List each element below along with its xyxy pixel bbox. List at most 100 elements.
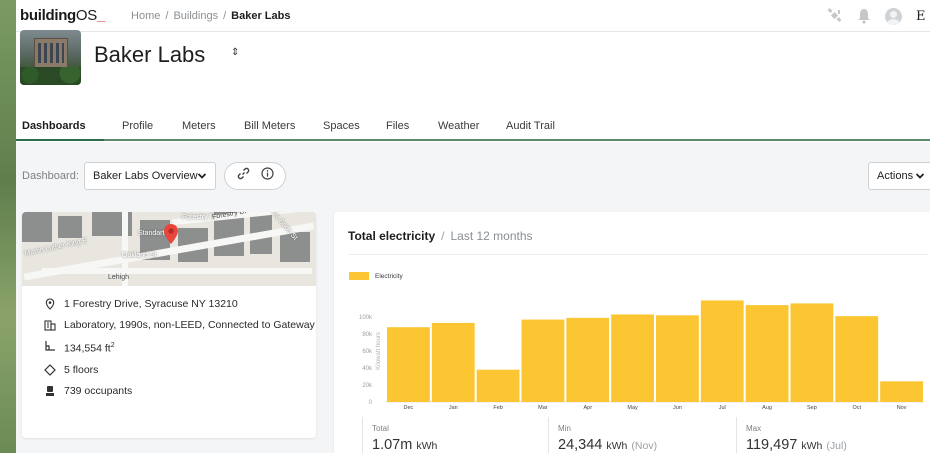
building-info-card: Forestry Dr Standart St Martin Luther Ki…: [22, 212, 316, 438]
stat-min-label: Min: [558, 424, 571, 433]
page-title: Baker Labs: [94, 42, 206, 67]
building-photo: [20, 30, 81, 85]
logo-text-bold: building: [20, 7, 76, 24]
breadcrumb-home[interactable]: Home: [131, 10, 160, 22]
map-street-label: Lehigh: [108, 274, 130, 281]
stat-total-label: Total: [372, 424, 389, 433]
dashboard-link-info-group: [224, 162, 286, 190]
x-tick-label: Dec: [404, 405, 414, 411]
legend-label: Electricity: [375, 272, 403, 280]
building-type-text: Laboratory, 1990s, non-LEED, Connected t…: [64, 319, 315, 331]
logo-text-light: OS: [75, 7, 97, 24]
satellite-icon[interactable]: [827, 8, 843, 24]
area-icon: [45, 341, 55, 351]
dashboard-select-value: Baker Labs Overview: [93, 170, 198, 182]
breadcrumb-separator: /: [165, 9, 169, 22]
y-tick-label: 20k: [362, 383, 373, 389]
chart-legend: Electricity: [349, 272, 403, 280]
y-tick-label: 60k: [362, 349, 373, 355]
map-road: [42, 268, 312, 274]
tab-bar: Dashboards Profile Meters Bill Meters Sp…: [16, 92, 930, 142]
tab-underline: [16, 139, 930, 141]
info-icon[interactable]: [260, 167, 274, 185]
building-header: Baker Labs ⇕: [16, 30, 930, 92]
stat-max-value-line: 119,497 kWh (Jul): [746, 437, 847, 453]
tab-bar-divider: [104, 139, 930, 141]
floors-row: 5 floors: [22, 364, 316, 376]
building-details: 1 Forestry Drive, Syracuse NY 13210 Labo…: [22, 298, 316, 406]
logo-mark: _: [97, 7, 106, 24]
chart-stats: Total 1.07m kWh Min 24,344 kWh (Nov) Max…: [362, 417, 922, 453]
desktop-background-strip: [0, 0, 16, 453]
bar-mar: [521, 319, 565, 402]
stat-min: Min 24,344 kWh (Nov): [548, 417, 657, 453]
bell-icon[interactable]: [857, 8, 871, 24]
building-facade: [34, 38, 68, 70]
location-pin-icon: [45, 298, 55, 310]
chart-title-text: Total electricity: [348, 229, 436, 243]
bar-apr: [566, 317, 610, 402]
bar-jun: [656, 315, 699, 402]
x-tick-label: Oct: [852, 405, 861, 411]
map-building-block: [22, 212, 52, 242]
bar-sep: [790, 303, 834, 402]
stat-min-value-line: 24,344 kWh (Nov): [558, 437, 657, 453]
building-switcher-icon[interactable]: ⇕: [231, 48, 239, 58]
bar-dec: [387, 327, 430, 402]
y-axis-title: Kilowatt hours: [376, 332, 382, 370]
legend-swatch: [349, 272, 369, 280]
bar-nov: [880, 381, 923, 402]
top-bar: buildingOS_ Home / Buildings / Baker Lab…: [16, 0, 930, 32]
chevron-down-icon: [915, 171, 925, 184]
stat-min-month: (Nov): [631, 440, 658, 452]
x-tick-label: Nov: [897, 405, 907, 411]
map-building-block: [58, 216, 82, 238]
address-text: 1 Forestry Drive, Syracuse NY 13210: [64, 298, 238, 310]
link-icon[interactable]: [237, 167, 250, 185]
chart-period[interactable]: Last 12 months: [450, 229, 532, 243]
dashboard-label: Dashboard:: [22, 170, 79, 182]
stat-total: Total 1.07m kWh: [362, 417, 437, 453]
user-avatar-icon[interactable]: [885, 7, 902, 25]
top-bar-icons: E: [827, 0, 930, 32]
layers-icon: [44, 363, 56, 376]
stat-min-unit: kWh: [606, 440, 628, 452]
floors-text: 5 floors: [64, 363, 99, 376]
dashboard-toolbar: Dashboard: Baker Labs Overview Actions: [16, 160, 930, 192]
app-logo[interactable]: buildingOS_: [20, 7, 105, 24]
bar-feb: [476, 369, 520, 402]
occupant-icon: [46, 385, 54, 396]
breadcrumb-separator: /: [223, 9, 227, 22]
trees: [20, 67, 81, 85]
y-tick-label: 40k: [362, 366, 373, 372]
occupants-row: 739 occupants: [22, 385, 316, 397]
stat-max-month: (Jul): [826, 440, 847, 452]
stat-max: Max 119,497 kWh (Jul): [736, 417, 847, 453]
y-tick-label: 0: [369, 400, 373, 406]
bar-may: [611, 314, 654, 402]
x-tick-label: Jun: [673, 405, 682, 411]
chart-title-separator: /: [441, 229, 445, 243]
location-map[interactable]: Forestry Dr Standart St Martin Luther Ki…: [22, 212, 316, 286]
x-tick-label: Sep: [807, 405, 817, 411]
stat-total-unit: kWh: [416, 440, 438, 452]
active-tab-indicator: [16, 139, 104, 141]
cut-off-letter: E: [916, 8, 926, 24]
actions-button[interactable]: Actions: [868, 162, 930, 190]
x-tick-label: Aug: [762, 405, 772, 411]
stat-min-value: 24,344: [558, 437, 603, 453]
actions-label: Actions: [877, 170, 914, 182]
area-value: 134,554 ft: [64, 342, 111, 355]
bar-oct: [835, 316, 879, 402]
stat-max-unit: kWh: [801, 440, 823, 452]
bar-chart: Kilowatt hours 100k 80k 60k 40k 20k 0 Dec Jan Feb…: [359, 300, 924, 411]
building-type-row: Laboratory, 1990s, non-LEED, Connected t…: [22, 319, 316, 331]
stat-total-value: 1.07m: [372, 437, 413, 453]
breadcrumb-buildings[interactable]: Buildings: [173, 10, 218, 22]
y-tick-label: 100k: [359, 315, 373, 321]
occupants-text: 739 occupants: [64, 384, 133, 397]
x-tick-label: May: [627, 405, 638, 411]
x-tick-label: Jul: [719, 405, 726, 411]
dashboard-select[interactable]: Baker Labs Overview: [84, 162, 216, 190]
breadcrumb-current: Baker Labs: [231, 9, 291, 22]
